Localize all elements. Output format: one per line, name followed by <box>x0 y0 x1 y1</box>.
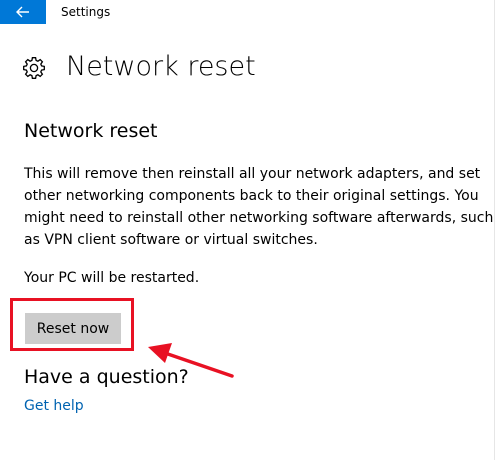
back-button[interactable] <box>0 0 46 24</box>
back-arrow-icon <box>16 6 29 18</box>
settings-window: Settings Network reset Network reset Thi… <box>0 0 499 460</box>
window-title: Settings <box>61 5 111 19</box>
description-line: might need to reinstall other networking… <box>24 210 494 226</box>
section-heading: Network reset <box>24 120 158 142</box>
page-title: Network reset <box>66 51 256 82</box>
title-bar: Settings <box>0 0 499 24</box>
restart-note: Your PC will be restarted. <box>24 270 200 286</box>
gear-icon <box>23 57 45 79</box>
get-help-link[interactable]: Get help <box>24 395 84 417</box>
description-line: as VPN client software or virtual switch… <box>24 232 318 248</box>
help-heading: Have a question? <box>24 366 189 388</box>
description-line: other networking components back to thei… <box>24 188 479 204</box>
description-text: This will remove then reinstall all your… <box>24 163 494 251</box>
description-line: This will remove then reinstall all your… <box>24 166 481 182</box>
reset-now-button[interactable]: Reset now <box>25 313 121 344</box>
window-edge <box>494 0 495 460</box>
